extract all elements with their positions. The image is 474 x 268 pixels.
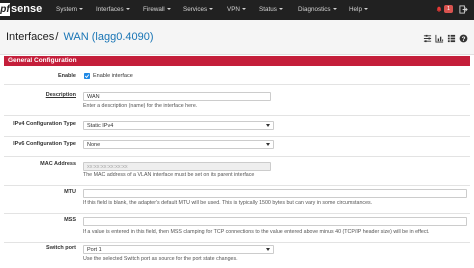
mss-input[interactable] [83,217,467,226]
chevron-down-icon [266,143,270,146]
description-label: Description [45,92,76,98]
mac-label: MAC Address [40,161,76,167]
ipv6-select-value: None [87,142,101,148]
help-icon[interactable]: ? [459,34,468,43]
logo-text: sense [11,3,43,15]
bell-icon[interactable] [436,6,442,12]
mss-row: MSS If a value is entered in this field,… [4,214,470,243]
menu-label: Services [183,6,208,13]
svg-text:?: ? [462,36,466,43]
ipv4-select[interactable]: Static IPv4 [83,121,274,130]
mac-input[interactable]: xx:xx:xx:xx:xx:xx [83,162,271,171]
ipv4-label: IPv4 Configuration Type [13,121,76,127]
caret-down-icon [79,8,83,10]
description-input[interactable]: WAN [83,92,271,101]
mtu-row: MTU If this field is blank, the adapter'… [4,186,470,214]
menu-label: Status [259,6,277,13]
mss-help: If a value is entered in this field, the… [83,229,430,235]
logout-icon[interactable] [459,5,468,14]
menu-help[interactable]: Help [349,0,368,20]
ipv4-row: IPv4 Configuration Type Static IPv4 [4,116,470,137]
ipv4-select-value: Static IPv4 [87,123,114,129]
ipv6-row: IPv6 Configuration Type None [4,137,470,157]
mtu-input[interactable] [83,189,467,198]
mtu-label: MTU [64,189,76,195]
mac-help: The MAC address of a VLAN interface must… [83,172,255,178]
menu-vpn[interactable]: VPN [227,0,246,20]
chart-icon[interactable] [435,34,444,43]
switch-port-select[interactable]: Port 1 [83,245,274,254]
caret-down-icon [166,8,171,10]
caret-down-icon [241,8,246,10]
panel-title: General Configuration [8,57,77,64]
ipv6-label: IPv6 Configuration Type [13,141,76,147]
panel-heading: General Configuration [4,56,470,66]
menu-services[interactable]: Services [183,0,214,20]
enable-row: Enable Enable interface [4,68,470,85]
caret-down-icon [332,8,337,10]
enable-label: Enable [57,73,76,79]
menu-label: Interfaces [96,6,124,13]
logo-mark: pf [0,3,10,16]
caret-down-icon [278,8,283,10]
switch-port-help: Use the selected Switch port as source f… [83,256,238,262]
menu-label: VPN [227,6,240,13]
notification-badge[interactable]: 1 [444,5,453,13]
mtu-help: If this field is blank, the adapter's de… [83,200,373,206]
menu-interfaces[interactable]: Interfaces [96,0,130,20]
menu-label: System [56,6,77,13]
mac-row: MAC Address xx:xx:xx:xx:xx:xx The MAC ad… [4,157,470,186]
pfsense-logo[interactable]: pf sense [0,3,42,16]
menu-system[interactable]: System [56,0,83,20]
menu-label: Firewall [143,6,165,13]
chevron-down-icon [266,124,270,127]
mss-label: MSS [64,217,76,223]
caret-down-icon [363,8,368,10]
description-row: Description WAN Enter a description (nam… [4,85,470,116]
switch-port-label: Switch port [46,245,76,251]
sliders-icon[interactable] [423,34,432,43]
description-help: Enter a description (name) for the inter… [83,103,198,109]
list-icon[interactable] [447,34,456,43]
chevron-down-icon [266,248,270,251]
header-toolbar: ? [0,34,474,44]
menu-label: Help [349,6,362,13]
ipv6-select[interactable]: None [83,140,274,149]
caret-down-icon [209,8,214,10]
menu-label: Diagnostics [298,6,331,13]
enable-checkbox-label[interactable]: Enable interface [93,72,133,80]
menu-firewall[interactable]: Firewall [143,0,171,20]
menu-status[interactable]: Status [259,0,283,20]
switch-port-row: Switch port Port 1 Use the selected Swit… [4,243,470,268]
switch-port-select-value: Port 1 [87,247,102,253]
top-navbar: pf sense System Interfaces Firewall Serv… [0,0,474,20]
menu-diagnostics[interactable]: Diagnostics [298,0,337,20]
caret-down-icon [125,8,130,10]
enable-checkbox[interactable] [84,73,90,79]
